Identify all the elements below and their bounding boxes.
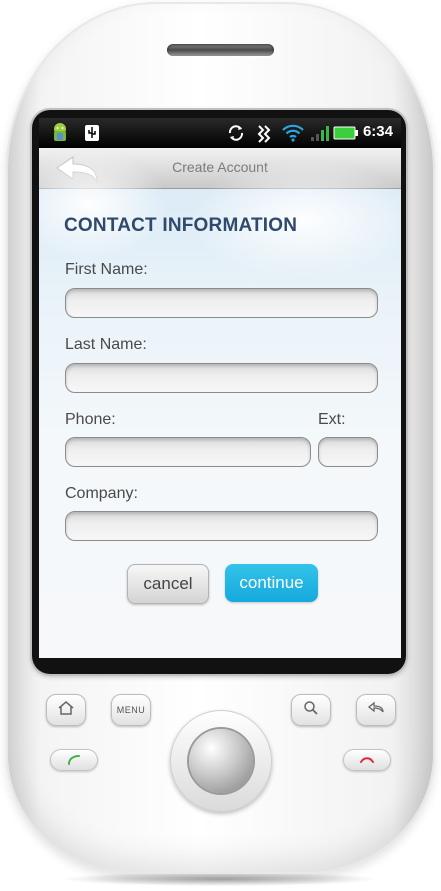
first-name-label: First Name:: [65, 261, 148, 278]
trackball[interactable]: [189, 729, 253, 793]
search-key[interactable]: [291, 694, 331, 726]
back-key[interactable]: [356, 694, 396, 726]
android-icon: [47, 122, 73, 144]
last-name-label: Last Name:: [65, 336, 147, 353]
search-icon: [303, 700, 319, 721]
continue-button[interactable]: continue: [225, 564, 318, 602]
ext-field[interactable]: [318, 437, 378, 467]
cancel-button[interactable]: cancel: [127, 564, 209, 604]
menu-key[interactable]: MENU: [111, 694, 151, 726]
phone-field[interactable]: [65, 437, 311, 467]
vibrate-icon: [253, 122, 275, 144]
form-content: CONTACT INFORMATION First Name: Last Nam…: [39, 149, 401, 658]
call-icon: [65, 751, 83, 770]
wifi-icon: [281, 122, 305, 144]
company-field[interactable]: [65, 511, 378, 541]
sync-icon: [225, 122, 247, 144]
company-label: Company:: [65, 485, 138, 502]
end-call-key[interactable]: [343, 749, 391, 771]
home-icon: [57, 700, 75, 721]
phone-label: Phone:: [65, 411, 116, 428]
menu-key-label: MENU: [116, 705, 146, 715]
last-name-field[interactable]: [65, 363, 378, 393]
signal-icon: [309, 122, 331, 144]
end-call-icon: [358, 751, 376, 770]
first-name-field[interactable]: [65, 288, 378, 318]
ext-label: Ext:: [318, 411, 346, 428]
battery-icon: [333, 122, 359, 144]
screen: 6:34 Create Account CONTACT INFORMATION …: [39, 118, 401, 658]
back-icon: [367, 701, 385, 720]
earpiece-speaker: [167, 44, 274, 56]
usb-icon: [83, 122, 101, 144]
phone-shadow: [60, 872, 380, 886]
status-time: 6:34: [362, 123, 393, 140]
status-bar: 6:34: [39, 118, 401, 148]
call-key[interactable]: [50, 749, 98, 771]
form-heading: CONTACT INFORMATION: [64, 215, 298, 236]
home-key[interactable]: [46, 694, 86, 726]
